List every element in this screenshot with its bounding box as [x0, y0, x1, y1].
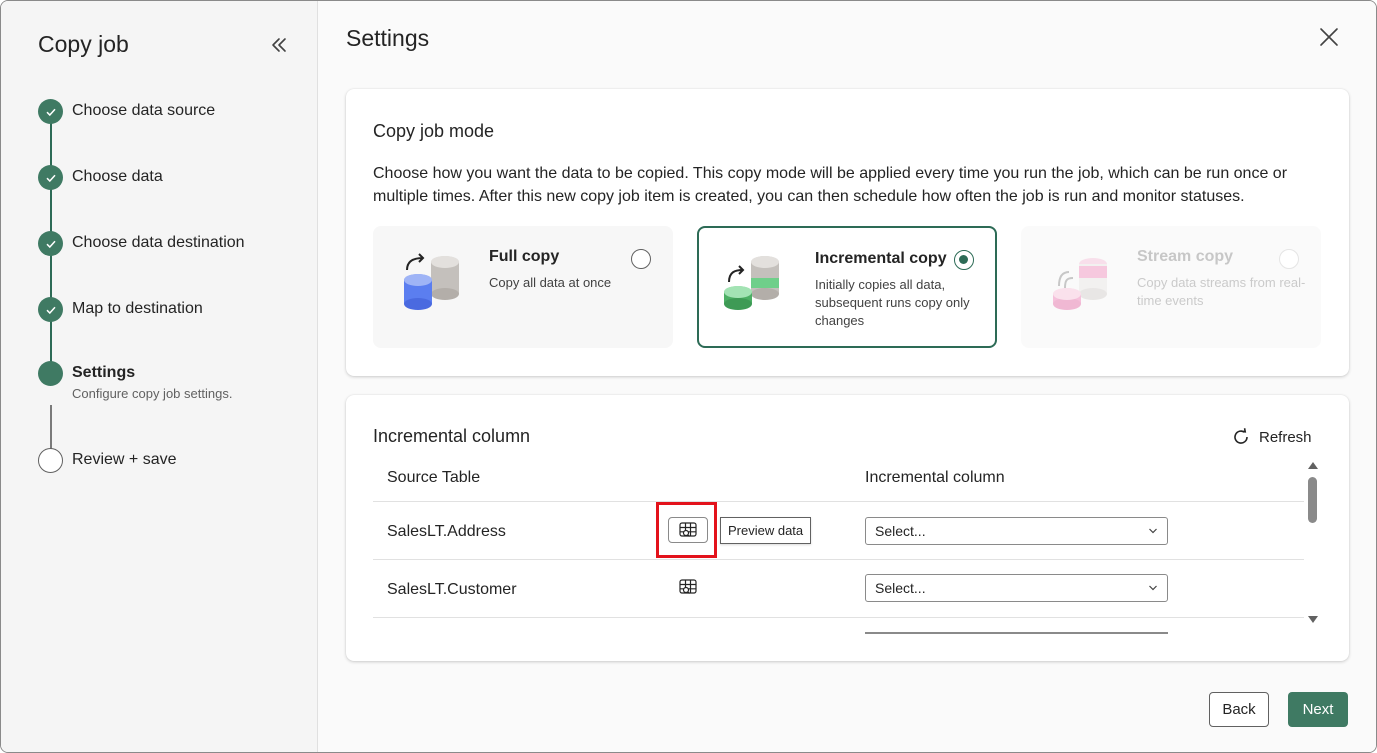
collapse-sidebar-icon[interactable] [267, 33, 291, 57]
incremental-copy-radio[interactable] [954, 250, 974, 270]
refresh-button[interactable]: Refresh [1231, 426, 1312, 448]
refresh-icon [1234, 428, 1248, 444]
tile-description: Copy all data at once [489, 275, 612, 290]
step-sublabel: Configure copy job settings. [72, 386, 233, 401]
incremental-column-select[interactable]: Select... [865, 517, 1168, 545]
mode-tile-stream-copy: Stream copy Copy data streams from real-… [1021, 226, 1321, 348]
mode-tile-incremental-copy[interactable]: Incremental copy Initially copies all da… [697, 226, 997, 348]
select-value: Select... [875, 523, 926, 539]
page-title: Settings [346, 25, 430, 51]
step-connector [50, 123, 52, 167]
check-icon [38, 231, 63, 256]
step-label: Choose data source [72, 102, 216, 119]
stream-copy-icon [1053, 258, 1107, 310]
table-name: SalesLT.Address [387, 523, 506, 540]
step-connector [50, 255, 52, 299]
mode-tile-full-copy[interactable]: Full copy Copy all data at once [373, 226, 673, 348]
tile-title: Stream copy [1137, 248, 1234, 265]
divider [373, 617, 1304, 618]
check-icon [38, 99, 63, 124]
full-copy-icon [404, 253, 459, 310]
wizard-sidebar: Copy job Choose data source Choose data [1, 1, 318, 752]
tile-description: Initially copies all data, subsequent ru… [815, 277, 970, 328]
incremental-column-select-partial[interactable] [865, 632, 1168, 634]
step-label: Map to destination [72, 300, 203, 317]
step-connector [50, 405, 52, 449]
back-button[interactable]: Back [1209, 692, 1269, 727]
scrollbar-thumb[interactable] [1308, 477, 1317, 523]
incremental-column-card: Incremental column Refresh Source Table … [346, 395, 1349, 661]
card-heading: Copy job mode [373, 121, 495, 141]
pending-step-icon [38, 448, 63, 473]
main-panel: Settings Copy job mode Choose how you wa… [319, 1, 1376, 752]
step-label: Settings [72, 364, 136, 381]
column-header-incremental-column: Incremental column [865, 469, 1005, 486]
card-heading: Incremental column [373, 426, 531, 446]
preview-data-button[interactable] [668, 574, 708, 600]
incremental-column-select[interactable]: Select... [865, 574, 1168, 602]
step-label: Choose data destination [72, 234, 245, 251]
mode-description: Choose how you want the data to be copie… [373, 165, 1288, 205]
step-label: Review + save [72, 451, 177, 468]
check-icon [38, 165, 63, 190]
tile-title: Full copy [489, 248, 560, 265]
sidebar-title: Copy job [38, 31, 129, 57]
scroll-down-icon[interactable] [1307, 615, 1319, 625]
current-step-icon [38, 361, 63, 386]
tile-title: Incremental copy [815, 250, 947, 267]
stream-copy-radio [1279, 249, 1299, 269]
divider [373, 559, 1304, 560]
step-label: Choose data [72, 168, 163, 185]
refresh-label: Refresh [1259, 428, 1312, 446]
step-connector [50, 189, 52, 233]
chevron-down-icon [1149, 528, 1157, 534]
next-button[interactable]: Next [1288, 692, 1348, 727]
copy-job-dialog: Copy job Choose data source Choose data [0, 0, 1377, 753]
scroll-up-icon[interactable] [1307, 460, 1319, 470]
copy-job-mode-card: Copy job mode Choose how you want the da… [346, 89, 1349, 376]
tile-description: Copy data streams from real-time events [1137, 275, 1306, 308]
full-copy-radio[interactable] [631, 249, 651, 269]
close-icon[interactable] [1317, 25, 1341, 49]
column-header-source-table: Source Table [387, 469, 481, 486]
table-name: SalesLT.Customer [387, 581, 517, 598]
highlight-box [656, 502, 717, 558]
preview-data-tooltip: Preview data [720, 517, 812, 544]
incremental-copy-icon [724, 256, 779, 310]
check-icon [38, 297, 63, 322]
chevron-down-icon [1149, 585, 1157, 591]
select-value: Select... [875, 580, 926, 596]
divider [373, 501, 1304, 502]
table-preview-icon [679, 579, 697, 594]
step-connector [50, 321, 52, 363]
